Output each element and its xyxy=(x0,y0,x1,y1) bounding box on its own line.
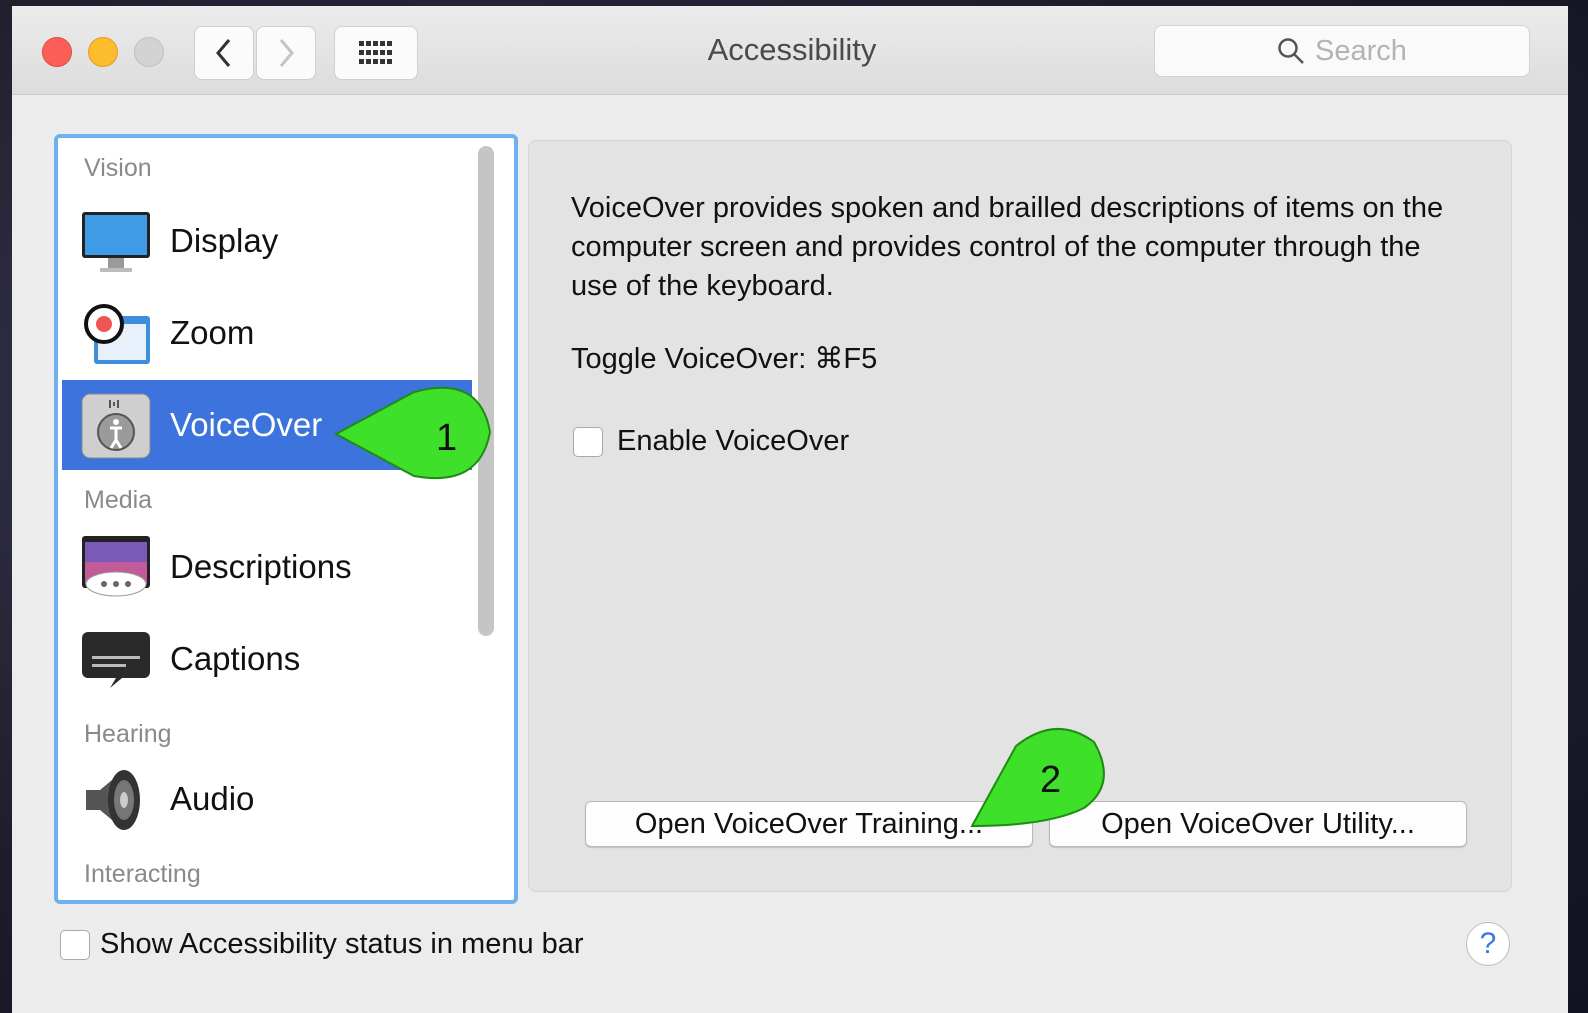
zoom-window-button[interactable] xyxy=(134,37,164,67)
back-button[interactable] xyxy=(194,26,254,80)
voiceover-description: VoiceOver provides spoken and brailled d… xyxy=(571,192,1444,302)
sidebar-item-zoom[interactable]: Zoom xyxy=(62,288,472,378)
window-title: Accessibility xyxy=(707,32,877,67)
enable-voiceover-label: Enable VoiceOver xyxy=(617,425,850,457)
show-all-button[interactable] xyxy=(334,26,418,80)
show-status-checkbox[interactable]: Show Accessibility status in menu bar xyxy=(60,928,584,961)
search-icon xyxy=(1278,38,1304,64)
sidebar-item-label: VoiceOver xyxy=(170,406,323,443)
checkbox-box[interactable] xyxy=(60,929,90,960)
chevron-left-icon xyxy=(216,39,231,67)
zoom-icon xyxy=(84,304,150,364)
forward-button[interactable] xyxy=(256,26,316,80)
sidebar-item-label: Display xyxy=(170,222,279,259)
chevron-right-icon xyxy=(279,39,294,67)
checkbox-box[interactable] xyxy=(573,426,603,457)
sidebar-item-label: Captions xyxy=(170,640,301,677)
descriptions-icon xyxy=(82,536,150,597)
audio-icon xyxy=(86,770,140,830)
sidebar-item-audio[interactable]: Audio xyxy=(62,754,472,844)
captions-icon xyxy=(82,632,150,688)
show-status-label: Show Accessibility status in menu bar xyxy=(100,928,584,960)
sidebar-item-descriptions[interactable]: Descriptions xyxy=(62,522,472,612)
sidebar-item-captions[interactable]: Captions xyxy=(62,614,472,704)
search-placeholder: Search xyxy=(1315,34,1407,67)
section-hearing: Hearing xyxy=(84,720,172,748)
titlebar: Accessibility Search xyxy=(12,6,1568,95)
sidebar-item-label: Audio xyxy=(170,780,255,817)
display-icon xyxy=(82,212,150,272)
callout-2: 2 xyxy=(970,728,1105,828)
enable-voiceover-checkbox[interactable]: Enable VoiceOver xyxy=(573,425,849,458)
callout-1-label: 1 xyxy=(436,417,457,459)
close-window-button[interactable] xyxy=(42,37,72,67)
callout-2-label: 2 xyxy=(1040,759,1061,801)
sidebar-item-display[interactable]: Display xyxy=(62,196,472,286)
section-interacting: Interacting xyxy=(84,860,201,888)
sidebar-item-label: Descriptions xyxy=(170,548,352,585)
voiceover-icon xyxy=(81,393,151,459)
section-media: Media xyxy=(84,486,153,514)
sidebar-item-label: Zoom xyxy=(170,314,255,351)
preferences-window: Accessibility Search Vision Display Zoom… xyxy=(12,6,1568,1013)
category-list[interactable]: Vision Display Zoom VoiceOver Media Desc… xyxy=(54,134,518,904)
grid-icon xyxy=(359,41,392,64)
help-button[interactable]: ? xyxy=(1466,922,1510,966)
toggle-shortcut-text: Toggle VoiceOver: ⌘F5 xyxy=(571,343,878,375)
minimize-window-button[interactable] xyxy=(88,37,118,67)
section-vision: Vision xyxy=(84,154,152,182)
callout-1: 1 xyxy=(333,386,492,480)
search-input[interactable]: Search xyxy=(1154,25,1530,77)
